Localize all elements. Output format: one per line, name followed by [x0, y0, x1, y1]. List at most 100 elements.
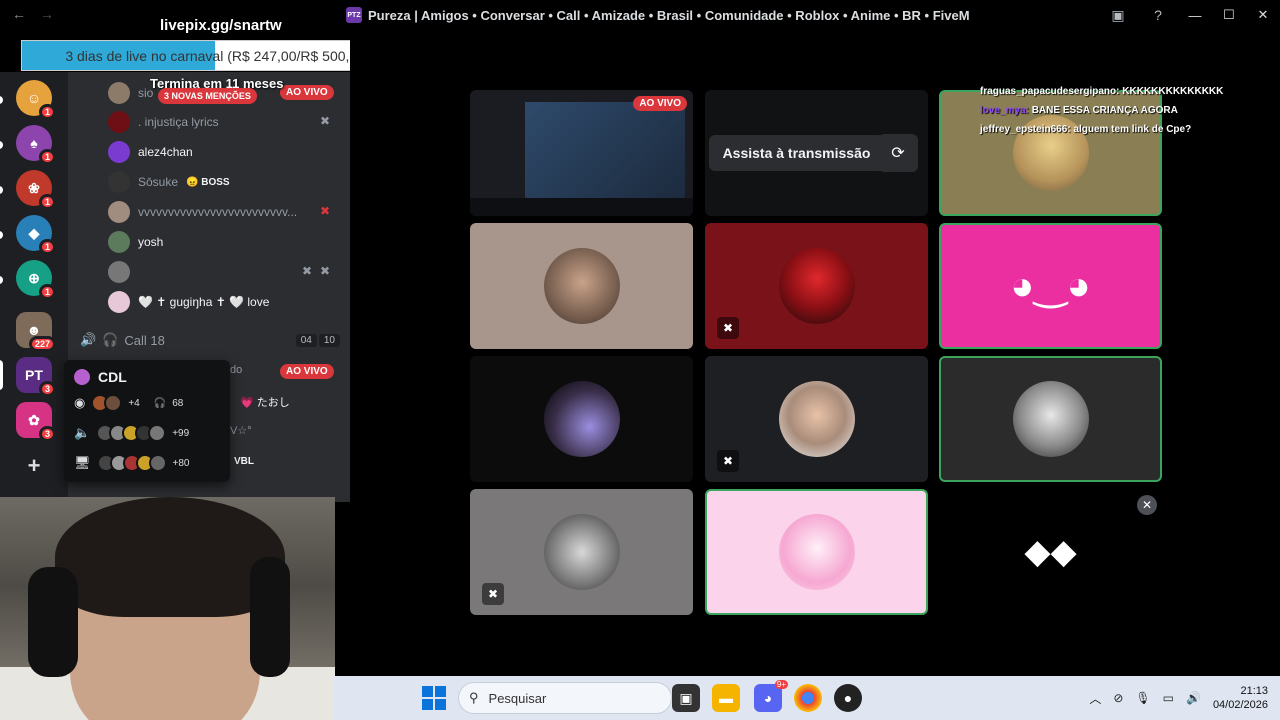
discord-taskbar-icon[interactable]: ◕ 9+: [754, 680, 788, 712]
more-count: +4: [128, 397, 140, 409]
chat-message: love_mya: BANE ESSA CRIANÇA AGORA: [980, 105, 1178, 116]
forward-arrow-icon[interactable]: →: [40, 6, 54, 22]
participant-tile[interactable]: ✖: [470, 489, 693, 615]
voice-member[interactable]: yosh: [108, 229, 163, 255]
help-icon[interactable]: ?: [1138, 0, 1178, 30]
avatar: [108, 141, 130, 163]
activities-icon: ◆◆: [1024, 533, 1077, 571]
stage-row[interactable]: ◉ +4 🎧 68: [74, 388, 220, 418]
voice-row[interactable]: 🔈 +99: [74, 418, 220, 448]
new-mentions-badge[interactable]: 3 NOVAS MENÇÕES: [158, 88, 257, 104]
server-badge: 227: [28, 336, 56, 352]
stream-preview: [525, 102, 685, 202]
unread-indicator: [0, 231, 3, 239]
participant-tile[interactable]: ✖: [705, 356, 928, 482]
voice-user-count: 04 10: [295, 333, 340, 347]
avatar: [778, 514, 855, 590]
server-icon[interactable]: ⊕ 1: [16, 260, 56, 300]
stream-taskbar: [470, 198, 693, 216]
voice-member[interactable]: Sōsuke 😠 BOSS: [108, 169, 230, 195]
stream-chat-overlay: fraguas_papacudesergipano: KKKKKKKKKKKKK…: [980, 86, 1280, 143]
avatar: [108, 111, 130, 133]
display-icon[interactable]: ▭: [1163, 691, 1174, 705]
voice-member[interactable]: 🤍 ✝ gugiŋha ✝ 🤍 love: [108, 289, 269, 315]
listener-count: 68: [172, 397, 184, 409]
avatar: [108, 291, 130, 313]
server-icon[interactable]: ☺ 1: [16, 80, 56, 120]
server-badge: 1: [38, 194, 56, 210]
avatar: [108, 261, 130, 283]
participant-tile[interactable]: [470, 356, 693, 482]
muted-icon: ✖: [717, 317, 739, 339]
windows-start-icon[interactable]: [422, 686, 446, 710]
chrome-icon[interactable]: [794, 684, 822, 712]
participant-tile[interactable]: [939, 356, 1162, 482]
voice-member[interactable]: alez4chan: [108, 139, 193, 165]
avatar-stack: [96, 424, 167, 442]
stream-tile[interactable]: AO VIVO: [470, 90, 693, 216]
participant-tile[interactable]: ✖: [705, 223, 928, 349]
avatar: [778, 381, 855, 457]
stream-row[interactable]: 🖥 +80: [74, 448, 220, 478]
close-button[interactable]: ✕: [1246, 0, 1280, 30]
popup-server-name: CDL: [98, 369, 127, 385]
volume-icon[interactable]: 🔊: [1186, 691, 1201, 705]
stream-tile-watch[interactable]: Assista à transmissão ⟳: [705, 90, 928, 216]
rotate-view-icon[interactable]: ⟳: [878, 134, 918, 172]
voice-member[interactable]: sio: [108, 80, 153, 106]
avatar: [543, 248, 620, 324]
add-server-button[interactable]: +: [16, 448, 52, 484]
headphone-left: [28, 567, 78, 677]
microphone-icon[interactable]: 🎙: [1135, 691, 1150, 705]
network-icon[interactable]: ⊘: [1113, 691, 1123, 705]
server-badge: 1: [38, 284, 56, 300]
more-count: +80: [172, 457, 190, 469]
inbox-icon[interactable]: ▣: [1098, 0, 1138, 30]
voice-channel-call-18[interactable]: 🔊 🎧 Call 18 04 10: [80, 330, 340, 350]
server-icon[interactable]: ❀ 1: [16, 170, 56, 210]
popup-header: CDL: [74, 366, 220, 388]
unread-indicator: [0, 96, 3, 104]
chat-message: fraguas_papacudesergipano: KKKKKKKKKKKKK…: [980, 86, 1224, 97]
maximize-button[interactable]: ☐: [1212, 0, 1246, 30]
app-icon[interactable]: ●: [834, 684, 862, 712]
muted-icon: ✖: [320, 114, 331, 128]
participant-tile[interactable]: [470, 223, 693, 349]
windows-taskbar: ⚲ Pesquisar ▣ ▬ ◕ 9+ ● ︿ ⊘ 🎙 ▭ 🔊 21:13 04…: [334, 676, 1280, 720]
file-explorer-icon[interactable]: ▬: [712, 684, 740, 712]
activities-tile[interactable]: ◆◆: [939, 489, 1162, 615]
headphone-icon: 🎧: [153, 397, 167, 409]
participant-tile[interactable]: ◕‿◕: [939, 223, 1162, 349]
avatar: [108, 201, 130, 223]
discord-logo-icon: ◕‿◕: [1010, 264, 1091, 308]
task-view-icon[interactable]: ▣: [672, 684, 700, 712]
voice-member[interactable]: [108, 259, 138, 285]
voice-member[interactable]: vvvvvvvvvvvvvvvvvvvvvvvvv...: [108, 199, 297, 225]
headphone-right: [250, 557, 290, 677]
server-icon[interactable]: ♠ 1: [16, 125, 56, 165]
screen-share-icon: 🖥: [74, 455, 91, 470]
taskbar-search[interactable]: ⚲ Pesquisar: [458, 682, 672, 714]
live-badge: AO VIVO: [280, 364, 334, 379]
voice-member[interactable]: . injustiça lyrics: [108, 109, 219, 135]
more-count: +99: [172, 427, 190, 439]
chat-message: jeffrey_epstein666: alguem tem link de C…: [980, 124, 1192, 135]
server-icon[interactable]: ☻ 227: [16, 312, 56, 352]
clock[interactable]: 21:13 04/02/2026: [1213, 684, 1268, 712]
streamer-webcam: [0, 497, 335, 720]
video-off-icon: ✖: [482, 583, 504, 605]
discord-badge: 9+: [774, 680, 788, 689]
chevron-up-icon[interactable]: ︿: [1089, 690, 1101, 707]
participant-tile[interactable]: [705, 489, 928, 615]
avatar-stack: [96, 454, 167, 472]
unread-indicator: [0, 186, 3, 194]
back-arrow-icon[interactable]: ←: [12, 6, 26, 22]
minimize-button[interactable]: —: [1178, 0, 1212, 30]
title-bar-actions: ▣ ? — ☐ ✕: [1098, 0, 1280, 30]
server-icon-pureza[interactable]: PT 3: [16, 357, 56, 397]
server-icon[interactable]: ✿ 3: [16, 402, 56, 442]
server-badge: 1: [38, 149, 56, 165]
server-icon[interactable]: ◆ 1: [16, 215, 56, 255]
watch-stream-button[interactable]: Assista à transmissão: [708, 135, 885, 171]
close-icon[interactable]: ✕: [1137, 495, 1157, 515]
